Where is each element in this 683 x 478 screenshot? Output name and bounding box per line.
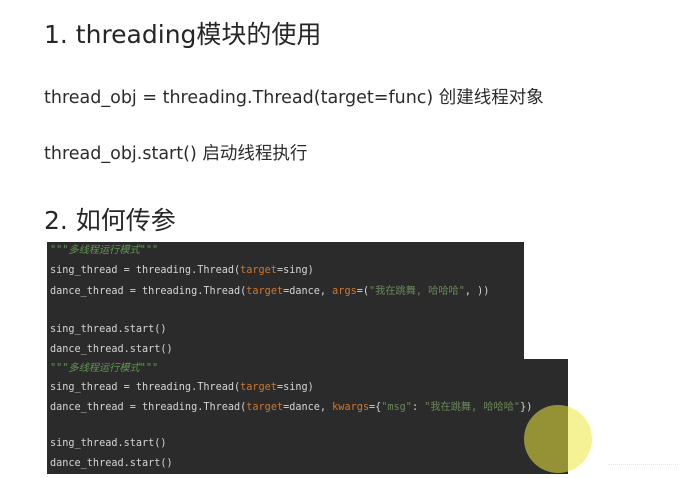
- code-block-kwargs: """多线程运行模式""" sing_thread = threading.Th…: [47, 359, 568, 474]
- code-line-dance-thread: dance_thread = threading.Thread(target=d…: [50, 402, 533, 413]
- code-line-sing-start: sing_thread.start(): [50, 324, 167, 335]
- code-line-dance-start: dance_thread.start(): [50, 458, 173, 469]
- code-line-docstring: """多线程运行模式""": [50, 363, 159, 374]
- create-thread-object-line: thread_obj = threading.Thread(target=fun…: [44, 88, 544, 108]
- code-line-sing-thread: sing_thread = threading.Thread(target=si…: [50, 265, 314, 276]
- start-thread-line: thread_obj.start() 启动线程执行: [44, 144, 308, 164]
- code-block-args: """多线程运行模式""" sing_thread = threading.Th…: [47, 242, 524, 362]
- code-line-dance-thread: dance_thread = threading.Thread(target=d…: [50, 286, 490, 297]
- section-heading-threading-module: 1. threading模块的使用: [44, 20, 322, 49]
- code-line-sing-start: sing_thread.start(): [50, 438, 167, 449]
- code-line-dance-start: dance_thread.start(): [50, 344, 173, 355]
- cursor-highlight: [524, 405, 592, 473]
- watermark: [608, 464, 678, 473]
- code-line-sing-thread: sing_thread = threading.Thread(target=si…: [50, 382, 314, 393]
- code-line-docstring: """多线程运行模式""": [50, 245, 159, 256]
- section-heading-pass-args: 2. 如何传参: [44, 206, 176, 235]
